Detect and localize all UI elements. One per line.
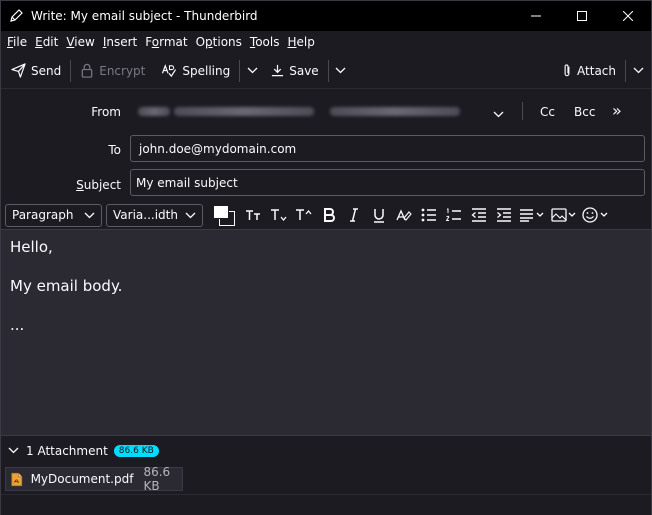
chevron-down-icon — [335, 67, 346, 74]
menu-bar: File Edit View Insert Format Options Too… — [1, 31, 651, 53]
save-label: Save — [289, 63, 319, 78]
maximize-button[interactable] — [559, 1, 605, 31]
attachment-item[interactable]: MyDocument.pdf 86.6 KB — [5, 465, 183, 493]
font-size-increase-icon[interactable] — [291, 204, 316, 227]
download-icon — [272, 64, 284, 77]
chevron-down-icon — [633, 67, 643, 74]
menu-insert[interactable]: Insert — [99, 35, 141, 49]
toolbar-separator — [327, 59, 329, 82]
spelling-dropdown[interactable] — [243, 58, 261, 84]
save-button[interactable]: Save — [265, 58, 324, 84]
more-headers-button[interactable]: » — [612, 101, 622, 120]
spelling-icon — [162, 64, 177, 78]
toolbar-separator — [239, 59, 241, 82]
font-size-decrease-icon[interactable] — [266, 204, 291, 227]
subject-value: My email subject — [136, 175, 238, 190]
send-icon — [11, 63, 26, 78]
attachment-name: MyDocument.pdf — [30, 472, 134, 486]
menu-format[interactable]: Format — [141, 35, 191, 49]
toolbar-separator — [625, 59, 626, 82]
spelling-label: Spelling — [182, 63, 231, 78]
minimize-button[interactable] — [513, 1, 559, 31]
menu-edit[interactable]: Edit — [31, 35, 62, 49]
send-label: Send — [31, 63, 62, 78]
from-dropdown[interactable] — [493, 107, 504, 121]
compose-toolbar: Send Encrypt Spelling Save Attach — [1, 53, 651, 89]
paragraph-format-select[interactable]: Paragraph — [5, 203, 102, 227]
format-toolbar: Paragraph Varia...idth — [1, 201, 651, 230]
window-title: Write: My email subject - Thunderbird — [31, 9, 258, 23]
to-field[interactable]: john.doe@mydomain.com — [130, 135, 645, 162]
cc-button[interactable]: Cc — [540, 105, 555, 119]
close-button[interactable] — [605, 1, 651, 31]
spelling-button[interactable]: Spelling — [155, 58, 236, 84]
paragraph-format-value: Paragraph — [12, 208, 74, 222]
numbered-list-icon[interactable] — [441, 204, 466, 227]
compose-window: Write: My email subject - Thunderbird Fi… — [0, 0, 652, 515]
pencil-icon — [1, 1, 31, 31]
header-separator — [522, 102, 523, 120]
pdf-file-icon — [11, 472, 23, 486]
font-size-smaller-icon[interactable] — [241, 204, 266, 227]
paperclip-icon — [564, 64, 570, 77]
attach-dropdown[interactable] — [629, 58, 647, 84]
menu-view[interactable]: View — [62, 35, 98, 49]
outdent-icon[interactable] — [466, 204, 491, 227]
menu-file[interactable]: File — [3, 35, 31, 49]
chevron-down-icon — [84, 212, 95, 218]
remove-format-icon[interactable] — [391, 204, 416, 227]
body-line: My email body. — [10, 277, 123, 295]
body-line: Hello, — [10, 238, 53, 256]
text-color-picker[interactable] — [211, 204, 237, 227]
chevron-down-icon — [493, 111, 504, 118]
bold-icon[interactable] — [316, 204, 341, 227]
status-bar — [1, 494, 651, 515]
to-label: To — [108, 143, 121, 157]
body-line: ... — [10, 316, 25, 334]
font-select[interactable]: Varia...idth — [106, 203, 203, 227]
insert-image-icon[interactable] — [548, 204, 580, 227]
title-bar: Write: My email subject - Thunderbird — [1, 1, 651, 31]
menu-options[interactable]: Options — [192, 35, 246, 49]
underline-icon[interactable] — [366, 204, 391, 227]
emoji-icon[interactable] — [580, 204, 612, 227]
subject-field[interactable]: My email subject — [130, 169, 645, 196]
indent-icon[interactable] — [491, 204, 516, 227]
toolbar-separator — [70, 59, 72, 82]
align-menu-icon[interactable] — [516, 204, 548, 227]
bulleted-list-icon[interactable] — [416, 204, 441, 227]
window-controls — [513, 1, 651, 31]
italic-icon[interactable] — [341, 204, 366, 227]
chevron-down-icon — [247, 67, 258, 74]
font-value: Varia...idth — [113, 208, 178, 222]
from-identity-select[interactable] — [138, 105, 460, 119]
bcc-button[interactable]: Bcc — [574, 105, 595, 119]
attachment-list: MyDocument.pdf 86.6 KB — [1, 465, 651, 494]
save-dropdown[interactable] — [332, 58, 350, 84]
lock-icon — [81, 63, 93, 78]
attachment-count: 1 Attachment — [26, 443, 108, 458]
encrypt-label: Encrypt — [99, 63, 146, 78]
attach-button[interactable]: Attach — [556, 58, 622, 84]
chevron-down-icon — [185, 212, 196, 218]
attachment-size-badge: 86.6 KB — [113, 444, 159, 457]
chevron-down-icon — [8, 447, 19, 454]
from-label: From — [91, 105, 121, 119]
attachment-size: 86.6 KB — [143, 465, 171, 493]
attach-label: Attach — [577, 63, 616, 78]
menu-tools[interactable]: Tools — [246, 35, 284, 49]
attachment-bucket-header[interactable]: 1 Attachment 86.6 KB — [1, 435, 651, 465]
message-body-editor[interactable]: Hello, My email body. ... — [1, 230, 651, 435]
send-button[interactable]: Send — [5, 58, 67, 84]
subject-label: Subject — [76, 178, 121, 192]
encrypt-button[interactable]: Encrypt — [74, 58, 151, 84]
message-headers: From Cc Bcc » To john.doe@mydomain.com S… — [1, 89, 651, 201]
to-recipient[interactable]: john.doe@mydomain.com — [139, 142, 296, 156]
menu-help[interactable]: Help — [283, 35, 318, 49]
